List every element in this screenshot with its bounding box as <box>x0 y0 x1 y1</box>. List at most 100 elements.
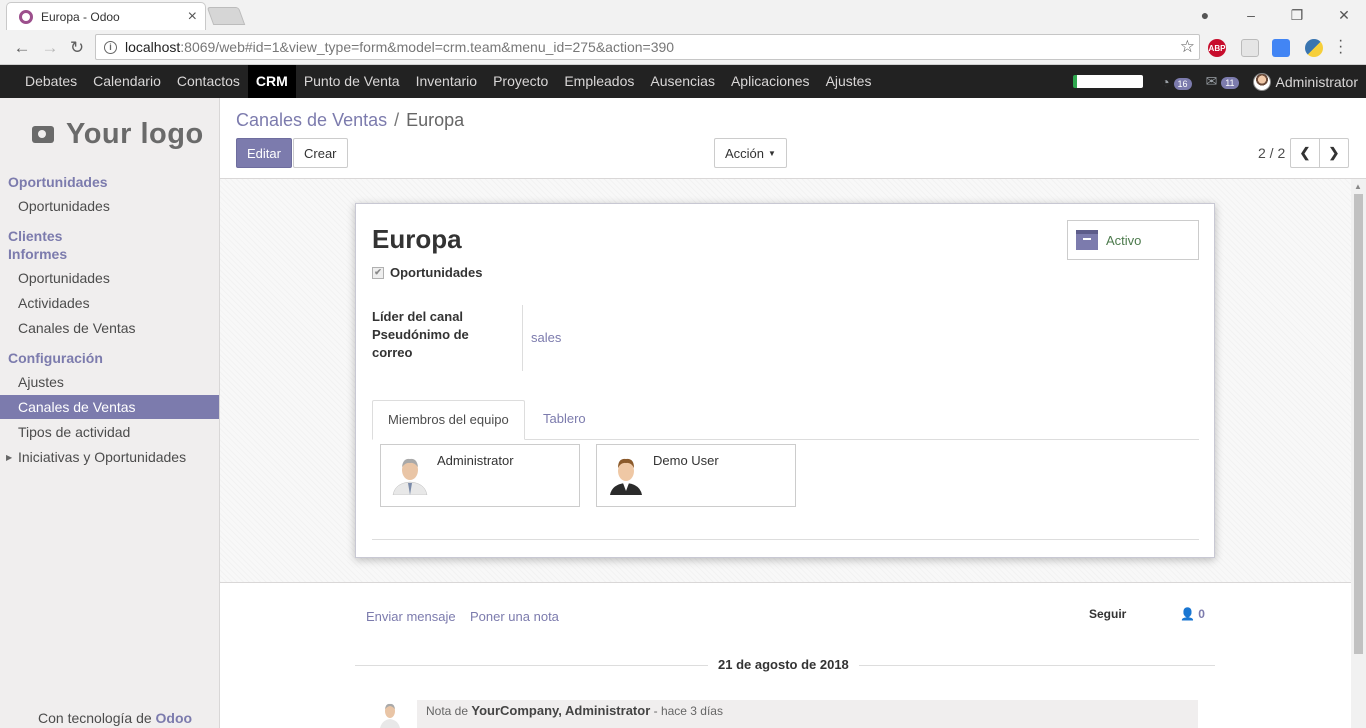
systray: ◔ 16 ✉ 11 Administrator <box>1073 65 1358 98</box>
app-menu-item-contactos[interactable]: Contactos <box>169 65 248 98</box>
app-menu-item-aplicaciones[interactable]: Aplicaciones <box>723 65 818 98</box>
edit-button[interactable]: Editar <box>236 138 292 168</box>
send-message-link[interactable]: Enviar mensaje <box>366 609 456 624</box>
sidebar-section-reports[interactable]: Informes <box>8 246 67 262</box>
app-menu-item-crm[interactable]: CRM <box>247 65 296 98</box>
message-time: - hace 3 días <box>653 704 723 718</box>
form-view: Europa ✔ Oportunidades Activo Líder del … <box>220 179 1351 583</box>
sidebar-item-initiatives[interactable]: Iniciativas y Oportunidades <box>0 445 219 469</box>
chat-icon: ✉ <box>1205 73 1218 89</box>
minimize-button[interactable]: – <box>1240 4 1262 26</box>
action-dropdown-button[interactable]: Acción ▼ <box>714 138 787 168</box>
app-menu-item-calendario[interactable]: Calendario <box>85 65 169 98</box>
sidebar-section-configuration[interactable]: Configuración <box>8 350 103 366</box>
activities-menu[interactable]: ◔ 16 <box>1161 73 1192 90</box>
follow-button[interactable]: Seguir <box>1089 607 1126 621</box>
email-alias-value[interactable]: sales <box>531 330 561 345</box>
member-card[interactable]: Demo User <box>596 444 796 507</box>
message-author[interactable]: YourCompany, Administrator <box>471 703 650 718</box>
odoo-favicon-icon <box>19 9 33 24</box>
info-icon[interactable]: i <box>104 40 117 54</box>
app-menu-item-punto-de-venta[interactable]: Punto de Venta <box>296 65 408 98</box>
pager-next-button[interactable]: ❯ <box>1319 138 1349 168</box>
browser-tab-strip: Europa - Odoo × ● – ❐ ✕ <box>0 0 1366 30</box>
user-menu[interactable]: Administrator <box>1276 74 1358 90</box>
field-divider <box>522 305 523 371</box>
sidebar-item-opportunities[interactable]: Oportunidades <box>0 194 219 218</box>
sidebar-section-opportunities[interactable]: Oportunidades <box>8 174 108 190</box>
log-note-link[interactable]: Poner una nota <box>470 609 559 624</box>
archive-icon <box>1076 230 1098 250</box>
address-bar[interactable]: i localhost:8069/web#id=1&view_type=form… <box>95 34 1200 60</box>
browser-menu-icon[interactable]: · · · <box>1338 33 1343 61</box>
chevron-left-icon: ❮ <box>1299 145 1311 160</box>
browser-tab[interactable]: Europa - Odoo × <box>6 2 206 30</box>
url-text: localhost:8069/web#id=1&view_type=form&m… <box>125 39 675 55</box>
activities-badge: 16 <box>1173 77 1192 90</box>
translate-extension-icon[interactable] <box>1272 39 1290 57</box>
breadcrumb-current: Europa <box>406 110 465 130</box>
app-menu-item-empleados[interactable]: Empleados <box>556 65 642 98</box>
message-prefix: Nota de <box>426 704 469 718</box>
extension-icon[interactable] <box>1241 39 1259 57</box>
new-tab-button[interactable] <box>206 7 246 25</box>
main-scrollbar[interactable]: ▲ <box>1351 179 1366 728</box>
sidebar: Your logo Oportunidades Oportunidades Cl… <box>0 98 220 728</box>
app-menu-item-ajustes[interactable]: Ajustes <box>818 65 880 98</box>
opportunities-label: Oportunidades <box>390 265 483 280</box>
tab-dashboard[interactable]: Tablero <box>528 400 601 440</box>
team-leader-label: Líder del canal <box>372 309 464 324</box>
control-panel: Canales de Ventas / Europa Editar Crear … <box>220 98 1366 179</box>
message-author-avatar[interactable] <box>378 700 402 728</box>
form-notebook: Miembros del equipo Tablero <box>372 400 1199 440</box>
adblock-extension-icon[interactable]: ABP <box>1208 39 1226 57</box>
scroll-up-arrow-icon[interactable]: ▲ <box>1354 182 1362 191</box>
action-label: Acción <box>725 145 765 161</box>
app-menu-item-inventario[interactable]: Inventario <box>408 65 485 98</box>
tab-close-icon[interactable]: × <box>188 8 197 25</box>
messages-badge: 11 <box>1221 77 1239 89</box>
scrollbar-thumb[interactable] <box>1354 194 1363 654</box>
pager-previous-button[interactable]: ❮ <box>1290 138 1320 168</box>
browser-toolbar: ← → ↻ i localhost:8069/web#id=1&view_typ… <box>0 30 1366 65</box>
back-arrow-icon[interactable]: ← <box>10 36 34 60</box>
python-extension-icon[interactable] <box>1305 39 1323 57</box>
sidebar-item-report-opportunities[interactable]: Oportunidades <box>0 266 219 290</box>
clock-icon: ◔ <box>1161 73 1170 90</box>
app-menu-item-debates[interactable]: Debates <box>17 65 85 98</box>
sheet-separator <box>372 539 1199 540</box>
user-avatar[interactable] <box>1252 72 1271 91</box>
camera-icon <box>32 126 54 143</box>
sidebar-item-activity-types[interactable]: Tipos de actividad <box>0 420 219 444</box>
sidebar-item-report-sales-channels[interactable]: Canales de Ventas <box>0 316 219 340</box>
company-logo[interactable]: Your logo <box>32 118 204 151</box>
create-button[interactable]: Crear <box>293 138 348 168</box>
odoo-main-navbar: Debates Calendario Contactos CRM Punto de Ve… <box>0 65 1366 98</box>
sidebar-item-report-activities[interactable]: Actividades <box>0 291 219 315</box>
breadcrumb-parent-link[interactable]: Canales de Ventas <box>236 110 387 131</box>
opportunities-checkbox-field: ✔ Oportunidades <box>372 265 482 280</box>
sidebar-item-settings[interactable]: Ajustes <box>0 370 219 394</box>
pager-value[interactable]: 2 / 2 <box>1258 145 1285 161</box>
app-menu-item-ausencias[interactable]: Ausencias <box>642 65 723 98</box>
browser-tab-title: Europa - Odoo <box>41 9 120 24</box>
tab-team-members[interactable]: Miembros del equipo <box>372 400 525 440</box>
opportunities-checkbox[interactable]: ✔ <box>372 266 384 279</box>
followers-button[interactable]: 👤 0 <box>1180 607 1205 621</box>
reload-icon[interactable]: ↻ <box>65 36 89 60</box>
breadcrumb: Canales de Ventas / Europa <box>236 110 464 131</box>
account-icon[interactable]: ● <box>1194 4 1216 26</box>
bookmark-star-icon[interactable]: ☆ <box>1180 37 1195 57</box>
sidebar-item-sales-channels[interactable]: Canales de Ventas <box>0 395 219 419</box>
active-toggle-button[interactable]: Activo <box>1067 220 1199 260</box>
caret-down-icon: ▼ <box>768 148 776 158</box>
forward-arrow-icon[interactable]: → <box>38 36 62 60</box>
close-window-button[interactable]: ✕ <box>1333 4 1355 26</box>
restore-button[interactable]: ❐ <box>1286 4 1308 26</box>
member-card[interactable]: Administrator <box>380 444 580 507</box>
app-menu-item-proyecto[interactable]: Proyecto <box>485 65 556 98</box>
sidebar-section-clients[interactable]: Clientes <box>8 228 62 244</box>
messages-menu[interactable]: ✉ 11 <box>1206 73 1239 90</box>
odoo-link[interactable]: Odoo <box>156 710 193 726</box>
chevron-right-icon: ❯ <box>1328 145 1340 160</box>
